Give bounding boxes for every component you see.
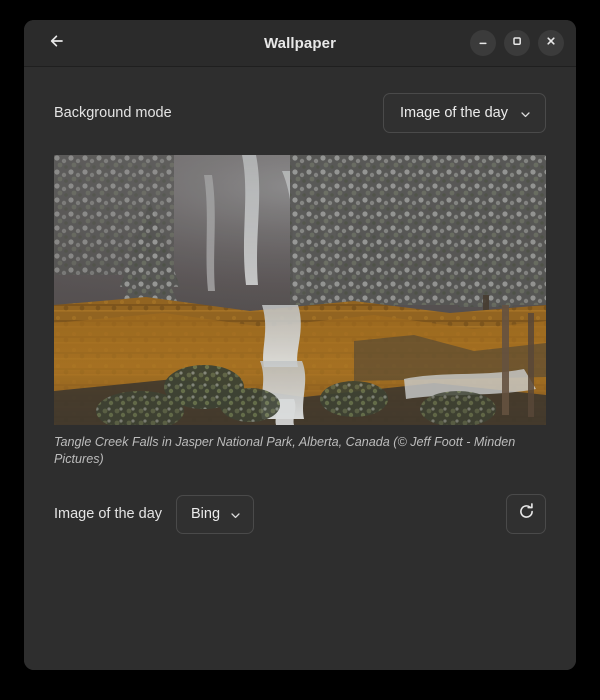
titlebar: Wallpaper bbox=[24, 20, 576, 67]
back-button[interactable] bbox=[40, 26, 74, 60]
background-mode-selected-value: Image of the day bbox=[399, 105, 508, 121]
image-of-the-day-label: Image of the day bbox=[54, 506, 163, 523]
maximize-button[interactable] bbox=[504, 30, 530, 56]
image-of-the-day-row: Image of the day Bing bbox=[54, 494, 546, 535]
background-mode-label: Background mode bbox=[54, 105, 172, 121]
minimize-button[interactable] bbox=[470, 30, 496, 56]
background-mode-row: Background mode Image of the day bbox=[54, 93, 546, 133]
refresh-wallpaper-button[interactable] bbox=[506, 494, 546, 535]
wallpaper-preview-image bbox=[54, 155, 546, 425]
background-mode-dropdown[interactable]: Image of the day bbox=[382, 93, 546, 133]
close-button[interactable] bbox=[538, 30, 564, 56]
settings-content: Background mode Image of the day Tangle … bbox=[24, 67, 576, 670]
chevron-down-icon bbox=[230, 509, 241, 520]
close-icon bbox=[544, 34, 558, 53]
maximize-icon bbox=[510, 34, 524, 53]
window-controls bbox=[470, 30, 564, 56]
arrow-left-icon bbox=[48, 32, 66, 55]
minimize-icon bbox=[476, 34, 490, 53]
wallpaper-preview-artwork bbox=[54, 155, 546, 425]
refresh-icon bbox=[516, 501, 537, 527]
image-provider-selected-value: Bing bbox=[191, 506, 221, 523]
wallpaper-caption: Tangle Creek Falls in Jasper National Pa… bbox=[54, 435, 516, 466]
wallpaper-settings-window: Wallpaper Background mode Image of the d… bbox=[24, 20, 576, 670]
chevron-down-icon bbox=[520, 108, 531, 119]
image-provider-dropdown[interactable]: Bing bbox=[176, 494, 255, 534]
